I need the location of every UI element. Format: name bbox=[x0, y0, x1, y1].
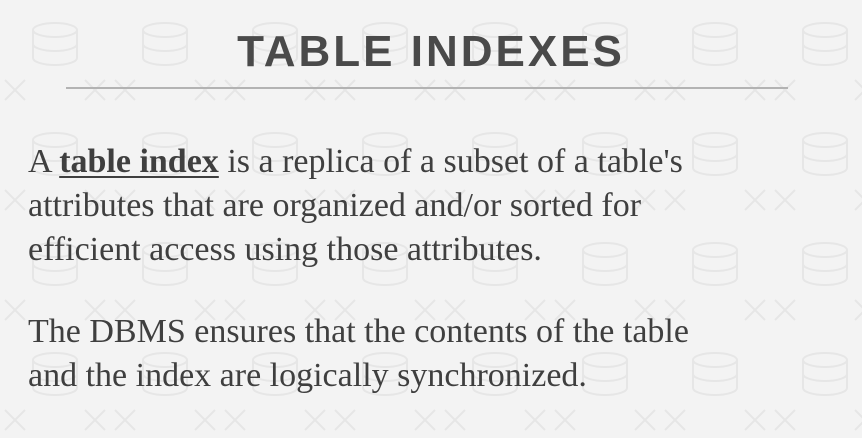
definition-prefix: A bbox=[28, 143, 60, 180]
slide-body: A table index is a replica of a subset o… bbox=[28, 140, 848, 398]
defined-term: table index bbox=[59, 143, 219, 180]
definition-line3: efficient access using those attributes. bbox=[28, 231, 542, 268]
definition-line2: attributes that are organized and/or sor… bbox=[28, 187, 642, 224]
slide: TABLE INDEXES A table index is a replica… bbox=[0, 0, 862, 438]
sync-paragraph: The DBMS ensures that the contents of th… bbox=[28, 310, 848, 398]
title-divider bbox=[66, 87, 788, 89]
sync-line1: The DBMS ensures that the contents of th… bbox=[28, 313, 689, 350]
sync-line2: and the index are logically synchronized… bbox=[28, 357, 587, 394]
slide-title: TABLE INDEXES bbox=[237, 27, 625, 76]
definition-paragraph: A table index is a replica of a subset o… bbox=[28, 140, 848, 272]
definition-line1-rest: is a replica of a subset of a table's bbox=[218, 143, 683, 180]
